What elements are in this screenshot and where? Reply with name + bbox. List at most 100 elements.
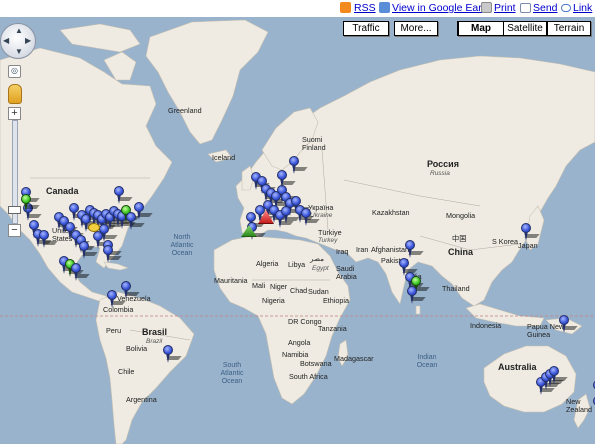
blue-location-marker[interactable]	[548, 366, 568, 386]
marker-pin-head	[163, 345, 173, 355]
green-location-marker[interactable]	[20, 194, 40, 214]
marker-pin-head	[301, 208, 311, 218]
label-chad: Chad	[290, 286, 308, 295]
map-type-map-button[interactable]: Map	[457, 21, 504, 36]
label-south-atlantic-ocean: South Atlantic Ocean	[220, 362, 244, 385]
label-russia: Russia	[430, 170, 450, 177]
pan-right-icon[interactable]: ▶	[25, 36, 31, 45]
label-japan: Japan	[518, 241, 538, 250]
label-turkiye: Türkiye	[318, 228, 342, 237]
label-angola: Angola	[288, 338, 311, 347]
label-peru: Peru	[106, 326, 122, 335]
pan-up-icon[interactable]: ▲	[15, 26, 23, 35]
map-view[interactable]: RSS View in Google Earth Print Send Link	[0, 0, 595, 444]
marker-pin-head	[289, 156, 299, 166]
label-russia-native: Россия	[427, 159, 459, 169]
google-earth-icon	[379, 2, 390, 13]
label-egypt-native: مصر	[310, 254, 325, 263]
label-greenland: Greenland	[168, 106, 202, 115]
more-button[interactable]: More...	[394, 21, 438, 36]
label-saudi-arabia: Saudi Arabia	[336, 264, 357, 281]
label-dr-congo: DR Congo	[288, 317, 322, 326]
marker-pin-head	[21, 194, 31, 204]
marker-pin-head	[121, 281, 131, 291]
label-madagascar: Madagascar	[334, 354, 374, 363]
blue-location-marker[interactable]	[404, 240, 424, 260]
blue-location-marker[interactable]	[70, 263, 90, 283]
blue-location-marker[interactable]	[120, 281, 140, 301]
marker-pin-head	[71, 263, 81, 273]
link-link[interactable]: Link	[573, 1, 592, 15]
link-icon	[561, 4, 571, 12]
pan-down-icon[interactable]: ▼	[15, 47, 23, 56]
blue-location-marker[interactable]	[162, 345, 182, 365]
blue-location-marker[interactable]	[113, 186, 133, 206]
marker-pin-head	[114, 186, 124, 196]
label-australia: Australia	[498, 362, 537, 372]
marker-pin-head	[39, 230, 49, 240]
label-egypt: Egypt	[312, 265, 329, 272]
marker-pin-head	[549, 366, 559, 376]
map-type-satellite-button[interactable]: Satellite	[503, 21, 547, 36]
blue-location-marker[interactable]	[38, 230, 58, 250]
label-argentina: Argentina	[126, 395, 157, 404]
label-ethiopia: Ethiopia	[323, 296, 349, 305]
zoom-out-button[interactable]: −	[8, 224, 21, 237]
zoom-slider-handle[interactable]	[8, 206, 21, 214]
label-mongolia: Mongolia	[446, 211, 476, 220]
blue-location-marker[interactable]	[102, 245, 122, 265]
blue-location-marker[interactable]	[276, 170, 296, 190]
marker-pin-head	[399, 258, 409, 268]
marker-pin-head	[134, 202, 144, 212]
zoom-in-button[interactable]: +	[8, 107, 21, 120]
yellow-cluster-marker[interactable]	[88, 223, 100, 232]
label-canada: Canada	[46, 186, 79, 196]
view-in-google-earth-link[interactable]: View in Google Earth	[392, 1, 490, 15]
print-link[interactable]: Print	[494, 1, 516, 15]
label-thailand: Thailand	[442, 284, 470, 293]
label-finland: Finland	[302, 143, 326, 152]
label-libya: Libya	[288, 260, 306, 269]
blue-location-marker[interactable]	[106, 290, 126, 310]
send-icon	[520, 3, 531, 13]
rss-icon	[340, 2, 351, 13]
marker-pin-head	[255, 205, 265, 215]
label-indonesia: Indonesia	[470, 321, 502, 330]
label-sudan: Sudan	[308, 287, 329, 296]
blue-location-marker[interactable]	[558, 315, 578, 335]
sri-lanka-land	[415, 305, 421, 315]
marker-pin-head	[107, 290, 117, 300]
pan-control[interactable]: ▲ ◀ ▶ ▼	[0, 23, 36, 59]
label-niger: Niger	[270, 282, 288, 291]
send-link[interactable]: Send	[533, 1, 558, 15]
blue-location-marker[interactable]	[133, 202, 153, 222]
blue-location-marker[interactable]	[520, 223, 540, 243]
label-new-zealand: New Zealand	[566, 397, 592, 414]
label-china: China	[448, 247, 474, 257]
label-mali: Mali	[252, 281, 266, 290]
label-brasil: Brasil	[142, 327, 168, 337]
marker-pin-head	[559, 315, 569, 325]
reset-view-icon[interactable]: ◎	[8, 65, 21, 78]
label-nigeria: Nigeria	[262, 296, 285, 305]
blue-location-marker[interactable]	[288, 156, 308, 176]
marker-pin-head	[405, 240, 415, 250]
pan-left-icon[interactable]: ◀	[3, 36, 9, 45]
rss-link[interactable]: RSS	[354, 1, 376, 15]
blue-location-marker[interactable]	[300, 208, 320, 228]
label-north-atlantic-ocean: North Atlantic Ocean	[170, 234, 194, 257]
blue-location-marker[interactable]	[78, 241, 98, 261]
label-iraq: Iraq	[336, 247, 349, 256]
traffic-button[interactable]: Traffic	[343, 21, 389, 36]
street-view-pegman-icon[interactable]	[8, 84, 22, 104]
label-indian-ocean: Indian Ocean	[416, 354, 438, 369]
label-bolivia: Bolivia	[126, 344, 148, 353]
blue-location-marker[interactable]	[406, 286, 426, 306]
label-tanzania: Tanzania	[318, 324, 347, 333]
label-algeria: Algeria	[256, 259, 279, 268]
map-type-terrain-button[interactable]: Terrain	[547, 21, 591, 36]
marker-pin-head	[411, 276, 421, 286]
marker-pin-head	[103, 245, 113, 255]
label-iran: Iran	[356, 245, 369, 254]
marker-pin-head	[99, 224, 109, 234]
